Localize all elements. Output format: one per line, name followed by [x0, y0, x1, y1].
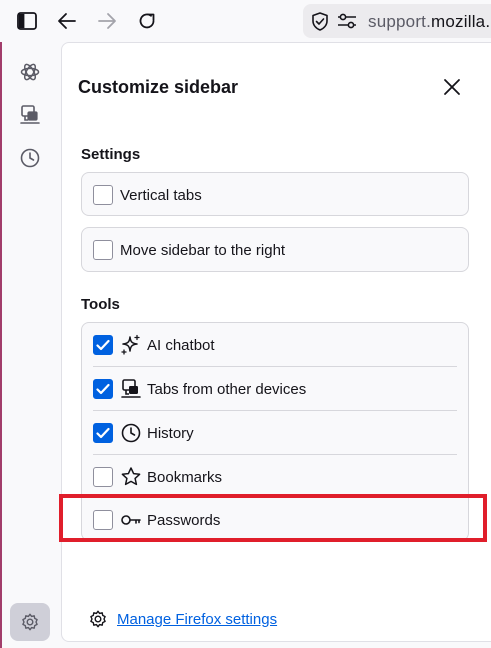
- reload-icon: [139, 13, 155, 29]
- tracking-protection-shield-icon[interactable]: [311, 12, 329, 31]
- tool-option-bookmarks[interactable]: Bookmarks: [82, 455, 468, 499]
- customize-sidebar-panel: Customize sidebar Settings Vertical tabs…: [61, 42, 491, 642]
- manage-settings-row: Manage Firefox settings: [88, 607, 277, 631]
- checkmark-icon: [96, 339, 110, 351]
- vertical-tabs-checkbox[interactable]: [93, 185, 113, 205]
- checkmark-icon: [96, 383, 110, 395]
- sidebar-rail: [0, 42, 60, 648]
- url-text[interactable]: support.mozilla.: [368, 12, 490, 32]
- manage-firefox-settings-link[interactable]: Manage Firefox settings: [117, 611, 277, 628]
- bookmarks-checkbox[interactable]: [93, 467, 113, 487]
- checkmark-icon: [96, 427, 110, 439]
- move-sidebar-option[interactable]: Move sidebar to the right: [82, 228, 468, 272]
- tool-option-history[interactable]: History: [82, 411, 468, 455]
- vertical-tabs-option[interactable]: Vertical tabs: [82, 173, 468, 217]
- passwords-checkbox[interactable]: [93, 510, 113, 530]
- key-icon: [120, 509, 142, 531]
- close-icon: [444, 79, 460, 95]
- synced-tabs-icon: [20, 105, 40, 124]
- tool-option-synced-tabs[interactable]: Tabs from other devices: [82, 367, 468, 411]
- history-icon: [20, 148, 40, 168]
- history-icon: [120, 422, 142, 444]
- sidebar-ai-chatbot-button[interactable]: [12, 54, 48, 90]
- tools-card: AI chatbot Tabs from other devices Histo…: [81, 322, 469, 541]
- sidebar-toggle-button[interactable]: [12, 6, 42, 36]
- panel-title: Customize sidebar: [78, 77, 239, 97]
- move-sidebar-checkbox[interactable]: [93, 240, 113, 260]
- star-icon: [120, 466, 142, 488]
- history-label: History: [147, 424, 194, 442]
- settings-card-vertical-tabs: Vertical tabs: [81, 172, 469, 216]
- close-button[interactable]: [436, 71, 468, 103]
- synced-tabs-label: Tabs from other devices: [147, 380, 307, 398]
- tool-option-passwords[interactable]: Passwords: [82, 498, 468, 542]
- ai-chatbot-checkbox[interactable]: [93, 335, 113, 355]
- sidebar-customize-button[interactable]: [10, 603, 50, 641]
- permissions-icon[interactable]: [337, 13, 357, 29]
- forward-button[interactable]: [92, 6, 122, 36]
- history-checkbox[interactable]: [93, 423, 113, 443]
- synced-tabs-checkbox[interactable]: [93, 379, 113, 399]
- reload-button[interactable]: [132, 6, 162, 36]
- sparkle-icon: [120, 334, 142, 356]
- tool-option-ai-chatbot[interactable]: AI chatbot: [82, 323, 468, 367]
- url-domain: mozilla.: [431, 12, 491, 31]
- gear-icon: [22, 613, 38, 631]
- browser-toolbar: support.mozilla.: [0, 0, 491, 42]
- url-bar[interactable]: support.mozilla.: [303, 4, 491, 38]
- url-prefix: support.: [368, 12, 432, 31]
- sidebar-icon: [17, 12, 37, 30]
- gear-icon: [90, 610, 106, 628]
- ai-chatbot-label: AI chatbot: [147, 336, 215, 354]
- sidebar-history-button[interactable]: [12, 140, 48, 176]
- back-button[interactable]: [52, 6, 82, 36]
- settings-card-move-sidebar: Move sidebar to the right: [81, 227, 469, 272]
- settings-heading: Settings: [81, 146, 141, 163]
- arrow-right-icon: [98, 13, 116, 29]
- vertical-tabs-label: Vertical tabs: [120, 186, 202, 204]
- move-sidebar-label: Move sidebar to the right: [120, 241, 286, 259]
- synced-tabs-icon: [120, 378, 142, 400]
- passwords-label: Passwords: [147, 511, 221, 529]
- sidebar-synced-tabs-button[interactable]: [12, 97, 48, 133]
- bookmarks-label: Bookmarks: [147, 468, 223, 486]
- arrow-left-icon: [58, 13, 76, 29]
- chatbot-icon: [20, 63, 40, 81]
- tools-heading: Tools: [81, 296, 120, 313]
